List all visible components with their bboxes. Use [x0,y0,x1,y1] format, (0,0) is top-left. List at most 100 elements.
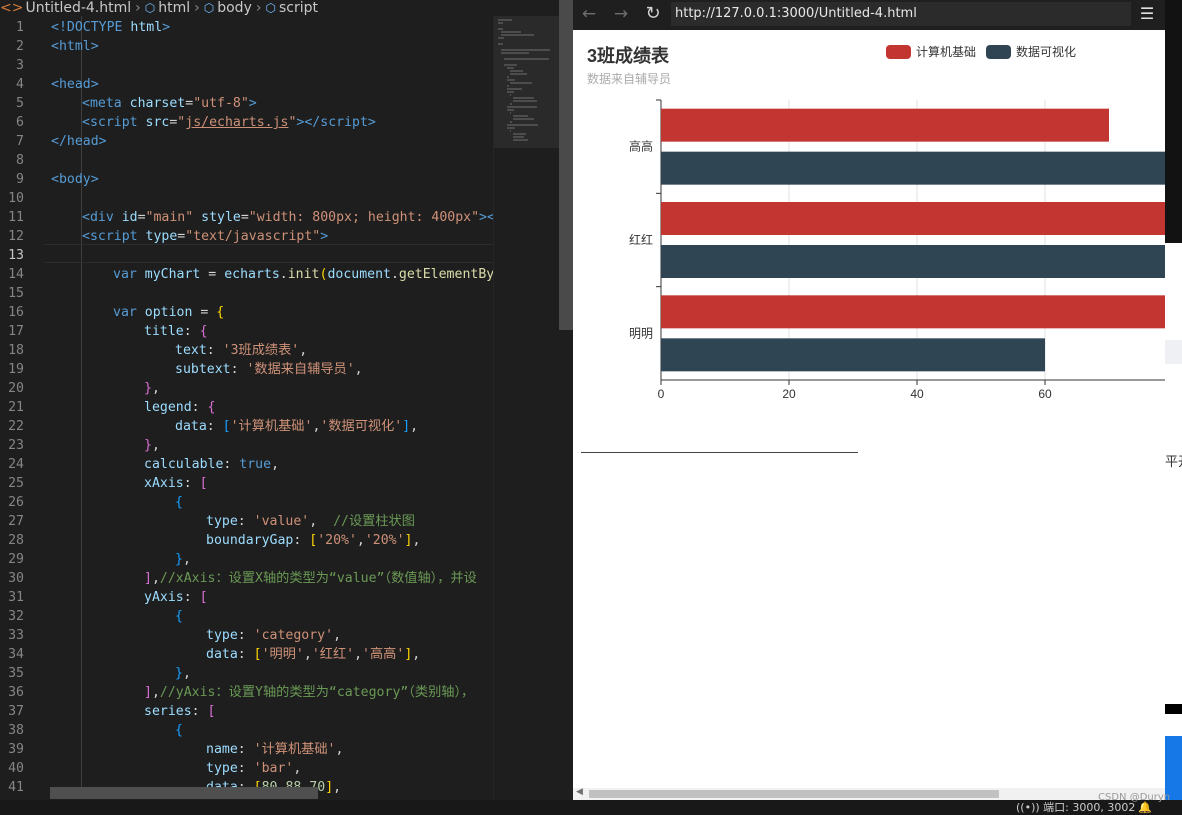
code-line[interactable]: 4 <head> [0,75,560,94]
code-token: type [206,628,238,643]
minimap-line [498,37,505,39]
code-text: }, [175,550,191,569]
breadcrumb-file[interactable]: Untitled-4.html [25,0,131,16]
code-line[interactable]: 18 text: '3班成绩表', [0,341,560,360]
hamburger-menu-icon: ☰ [1139,4,1155,23]
arrow-right-icon: → [613,4,629,24]
code-token: init [287,267,320,282]
code-text: <script type="text/javascript"> [82,227,328,246]
line-number: 39 [8,742,24,757]
line-number: 15 [8,286,24,301]
code-line[interactable]: 16 var option = { [0,303,560,322]
code-token: , [333,780,342,795]
code-text: { [175,721,183,740]
code-line[interactable]: 37 series: [ [0,702,560,721]
code-line[interactable]: 25 xAxis: [ [0,474,560,493]
code-token: script [320,115,368,130]
code-token: , [271,457,280,472]
chevron-right-icon: › [135,0,141,16]
code-token: [ [207,704,216,719]
code-text: <meta charset="utf-8"> [82,94,257,113]
breadcrumb-html[interactable]: html [158,0,190,16]
url-bar[interactable]: http://127.0.0.1:3000/Untitled-4.html [671,2,1131,26]
minimap[interactable] [493,16,560,799]
code-editor[interactable]: 1 <!DOCTYPE html> 2 <html> 3 4 <head> 5 <meta ch… [0,16,560,799]
code-line[interactable]: 6 <script src="js/echarts.js"></script> [0,113,560,132]
minimap-line [507,85,509,87]
code-line[interactable]: 29}, [0,550,560,569]
refresh-button[interactable]: ↻ [641,3,665,25]
code-line[interactable]: 32 { [0,607,560,626]
code-line[interactable]: 9 <body> [0,170,560,189]
minimap-line [513,118,534,120]
code-line[interactable]: 31 yAxis: [ [0,588,560,607]
code-line[interactable]: 28 boundaryGap: ['20%','20%'], [0,531,560,550]
code-token: <div [82,210,114,225]
code-token: yAxis [144,590,184,605]
code-token: 'value' [253,514,310,529]
back-button[interactable]: ← [577,3,601,25]
code-line[interactable]: 30],//xAxis：设置X轴的类型为“value”（数值轴），并设 [0,569,560,588]
code-token: html [122,20,163,35]
code-line[interactable]: 26 { [0,493,560,512]
code-line[interactable]: 10 [0,189,560,208]
code-line[interactable]: 11 <div id="main" style="width: 800px; he… [0,208,560,227]
code-line[interactable]: 12 <script type="text/javascript"> [0,227,560,246]
code-token: 'bar' [253,761,294,776]
code-line[interactable]: 35}, [0,664,560,683]
code-line[interactable]: 2 <html> [0,37,560,56]
code-line[interactable]: 22 data: ['计算机基础','数据可视化'], [0,417,560,436]
cube-icon: ⬡ [265,1,276,15]
code-text: </head> [51,132,107,151]
ports-status[interactable]: ((•)) 端口: 3000, 3002 [1016,800,1135,815]
breadcrumb-body[interactable]: body [217,0,252,16]
code-line[interactable]: 19 subtext: '数据来自辅导员', [0,360,560,379]
code-token: type [137,229,178,244]
code-token: var [113,267,137,282]
menu-button[interactable]: ☰ [1135,2,1159,26]
code-line[interactable]: 5 <meta charset="utf-8"> [0,94,560,113]
bar-data-visualization [661,245,1165,278]
code-line[interactable]: 34 data: ['明明','红红','高高'], [0,645,560,664]
code-line[interactable]: 7 </head> [0,132,560,151]
code-line[interactable]: 1 <!DOCTYPE html> [0,18,560,37]
scroll-left-arrow-icon[interactable]: ◀ [576,787,583,797]
code-text: boundaryGap: ['20%','20%'], [206,531,420,550]
code-line[interactable]: 36],//yAxis：设置Y轴的类型为“category”（类别轴）， [0,683,560,702]
background-blue-banner [1165,736,1182,800]
code-token: subtext [175,362,231,377]
code-line[interactable]: 13 [0,246,560,265]
code-line[interactable]: 38 { [0,721,560,740]
code-line[interactable]: 24 calculable: true, [0,455,560,474]
breadcrumb-script[interactable]: script [279,0,318,16]
code-line[interactable]: 3 [0,56,560,75]
code-token: '红红' [311,647,355,662]
editor-vertical-scrollbar[interactable] [559,0,573,330]
code-line[interactable]: 20}, [0,379,560,398]
preview-horizontal-scrollbar[interactable] [589,790,999,798]
code-line[interactable]: 21 legend: { [0,398,560,417]
code-token: [ [222,419,231,434]
code-line[interactable]: 17 title: { [0,322,560,341]
code-line[interactable]: 15 [0,284,560,303]
code-text: <body> [51,170,99,189]
editor-horizontal-scrollbar[interactable] [50,787,318,799]
code-line[interactable]: 33 type: 'category', [0,626,560,645]
code-token: calculable [144,457,224,472]
code-line[interactable]: 8 [0,151,560,170]
code-line[interactable]: 39 name: '计算机基础', [0,740,560,759]
code-line[interactable]: 23}, [0,436,560,455]
code-line[interactable]: 27 type: 'value', //设置柱状图 [0,512,560,531]
line-number: 37 [8,704,24,719]
bell-icon[interactable]: 🔔 [1138,800,1152,815]
code-line[interactable]: 14 var myChart = echarts.init(document.ge… [0,265,560,284]
code-token: , [151,571,160,586]
code-line[interactable]: 40 type: 'bar', [0,759,560,778]
code-text: <script src="js/echarts.js"></script> [82,113,376,132]
forward-button[interactable]: → [609,3,633,25]
code-token: "text/javascript" [185,229,321,244]
code-token: var [113,305,137,320]
background-dark-panel [1165,0,1182,243]
